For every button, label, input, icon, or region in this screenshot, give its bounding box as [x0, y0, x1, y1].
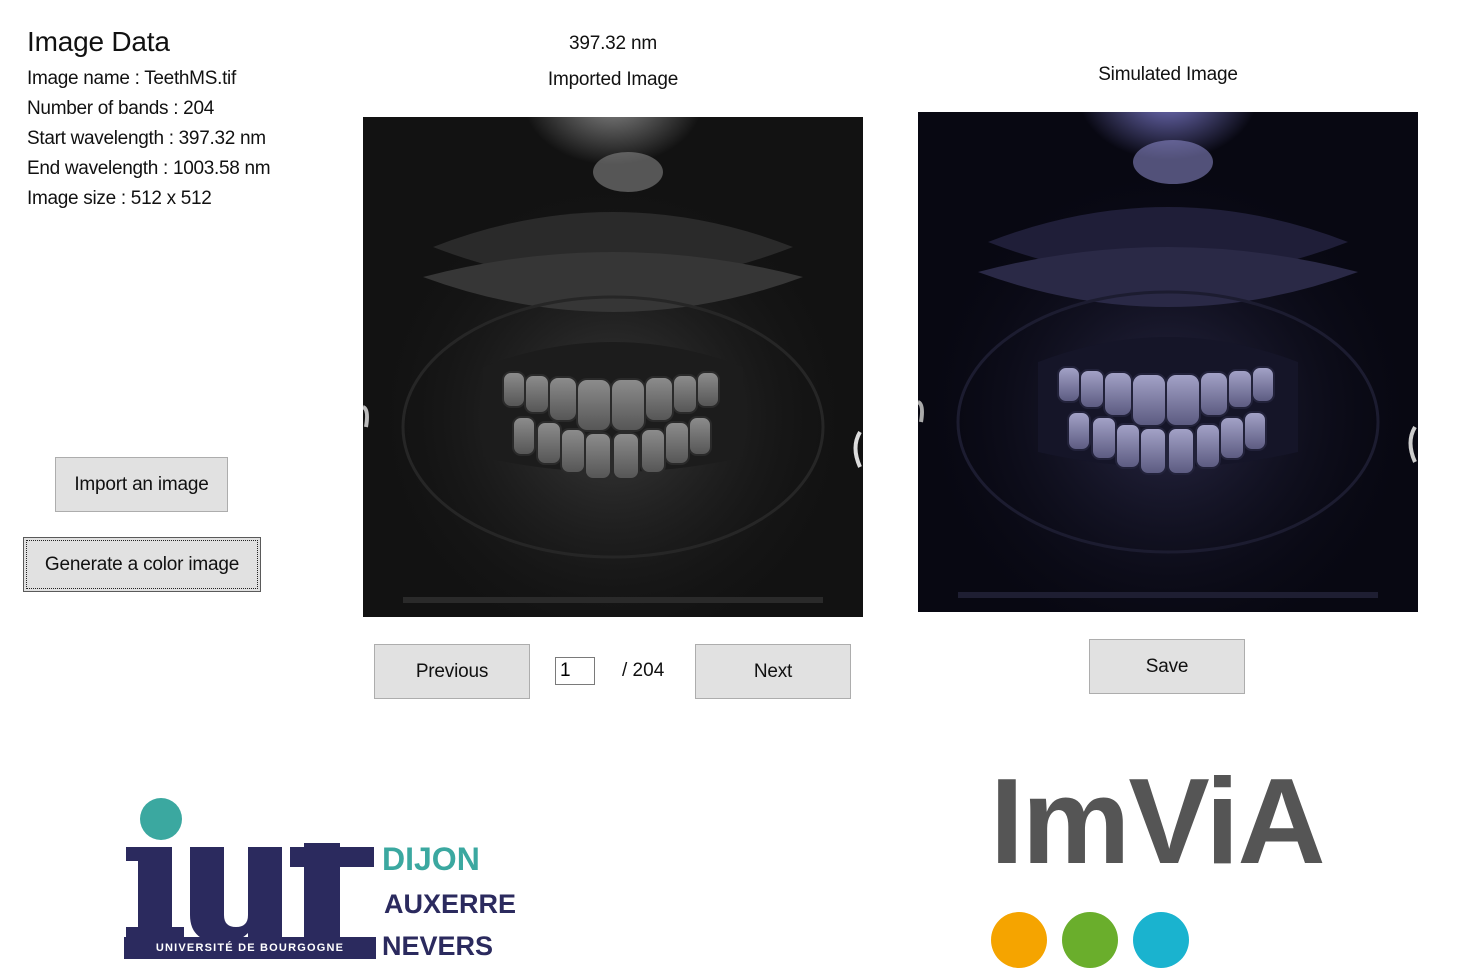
- imvia-dot-orange: [991, 912, 1047, 968]
- imvia-dot-cyan: [1133, 912, 1189, 968]
- iut-logo-dot: [140, 798, 182, 840]
- simulated-image: [918, 112, 1418, 612]
- save-button[interactable]: Save: [1089, 639, 1245, 694]
- iut-city-auxerre: AUXERRE: [384, 889, 517, 919]
- start-wavelength-text: Start wavelength : 397.32 nm: [27, 128, 266, 149]
- image-data-title: Image Data: [27, 26, 170, 57]
- image-name-text: Image name : TeethMS.tif: [27, 68, 236, 89]
- iut-city-nevers: NEVERS: [382, 931, 494, 961]
- generate-color-image-button[interactable]: Generate a color image: [23, 537, 261, 592]
- next-band-button[interactable]: Next: [695, 644, 851, 699]
- end-wavelength-text: End wavelength : 1003.58 nm: [27, 158, 271, 179]
- imported-image-title: Imported Image: [547, 69, 679, 90]
- generate-color-image-label: Generate a color image: [44, 553, 240, 575]
- simulated-image-title: Simulated Image: [1098, 64, 1238, 85]
- iut-logo: UNIVERSITÉ DE BOURGOGNE DIJON AUXERRE NE…: [124, 795, 517, 965]
- imvia-dot-green: [1062, 912, 1118, 968]
- previous-band-button[interactable]: Previous: [374, 644, 530, 699]
- image-size-text: Image size : 512 x 512: [27, 188, 212, 209]
- imvia-logo-text: ImViA: [990, 753, 1326, 889]
- iut-city-dijon: DIJON: [382, 841, 480, 877]
- number-of-bands-text: Number of bands : 204: [27, 98, 214, 119]
- import-image-button[interactable]: Import an image: [55, 457, 228, 512]
- iut-logo-letters: [124, 807, 374, 947]
- current-wavelength-label: 397.32 nm: [569, 33, 657, 54]
- imported-image: [363, 117, 863, 617]
- band-total-label: / 204: [622, 660, 665, 681]
- band-number-input[interactable]: [555, 657, 595, 685]
- iut-logo-subtitle: UNIVERSITÉ DE BOURGOGNE: [124, 937, 376, 959]
